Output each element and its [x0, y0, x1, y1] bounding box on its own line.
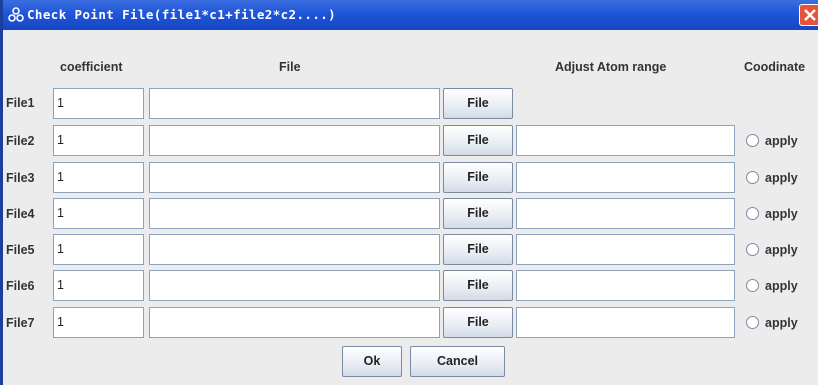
apply-label[interactable]: apply: [765, 243, 798, 257]
close-button[interactable]: [799, 4, 818, 26]
dialog-window: Check Point File(file1*c1+file2*c2....) …: [0, 0, 818, 385]
coefficient-input[interactable]: 1: [53, 270, 144, 301]
close-icon: [804, 9, 816, 21]
header-coordinate: Coodinate: [744, 60, 806, 74]
row-label: File1: [6, 96, 35, 110]
file-browse-button[interactable]: File: [443, 88, 513, 119]
apply-radio[interactable]: [746, 243, 759, 256]
coefficient-input[interactable]: 1: [53, 125, 144, 156]
apply-label[interactable]: apply: [765, 316, 798, 330]
apply-radio[interactable]: [746, 316, 759, 329]
header-coefficient: coefficient: [60, 60, 123, 74]
file-browse-button[interactable]: File: [443, 198, 513, 229]
ok-button[interactable]: Ok: [342, 346, 402, 377]
apply-radio[interactable]: [746, 207, 759, 220]
row-label: File4: [6, 207, 35, 221]
file-path-input[interactable]: [149, 198, 440, 229]
apply-label[interactable]: apply: [765, 134, 798, 148]
apply-label[interactable]: apply: [765, 279, 798, 293]
window-title: Check Point File(file1*c1+file2*c2....): [27, 7, 337, 22]
title-bar[interactable]: Check Point File(file1*c1+file2*c2....): [3, 0, 818, 30]
apply-radio[interactable]: [746, 134, 759, 147]
row-label: File2: [6, 134, 35, 148]
coefficient-input[interactable]: 1: [53, 88, 144, 119]
file-browse-button[interactable]: File: [443, 162, 513, 193]
file-path-input[interactable]: [149, 88, 440, 119]
apply-label[interactable]: apply: [765, 207, 798, 221]
cancel-button[interactable]: Cancel: [410, 346, 505, 377]
coefficient-input[interactable]: 1: [53, 198, 144, 229]
adjust-atom-range-input[interactable]: [516, 198, 735, 229]
file-path-input[interactable]: [149, 125, 440, 156]
file-path-input[interactable]: [149, 234, 440, 265]
file-path-input[interactable]: [149, 270, 440, 301]
coefficient-input[interactable]: 1: [53, 162, 144, 193]
apply-radio[interactable]: [746, 171, 759, 184]
file-path-input[interactable]: [149, 307, 440, 338]
apply-label[interactable]: apply: [765, 171, 798, 185]
file-browse-button[interactable]: File: [443, 125, 513, 156]
file-path-input[interactable]: [149, 162, 440, 193]
file-browse-button[interactable]: File: [443, 270, 513, 301]
file-browse-button[interactable]: File: [443, 307, 513, 338]
row-label: File7: [6, 316, 35, 330]
header-file: File: [279, 60, 301, 74]
adjust-atom-range-input[interactable]: [516, 162, 735, 193]
molecule-icon: [8, 7, 24, 23]
header-adjust-atom-range: Adjust Atom range: [555, 60, 667, 74]
apply-radio[interactable]: [746, 279, 759, 292]
adjust-atom-range-input[interactable]: [516, 234, 735, 265]
coefficient-input[interactable]: 1: [53, 234, 144, 265]
coefficient-input[interactable]: 1: [53, 307, 144, 338]
adjust-atom-range-input[interactable]: [516, 270, 735, 301]
row-label: File3: [6, 171, 35, 185]
row-label: File5: [6, 243, 35, 257]
file-browse-button[interactable]: File: [443, 234, 513, 265]
adjust-atom-range-input[interactable]: [516, 125, 735, 156]
row-label: File6: [6, 279, 35, 293]
adjust-atom-range-input[interactable]: [516, 307, 735, 338]
